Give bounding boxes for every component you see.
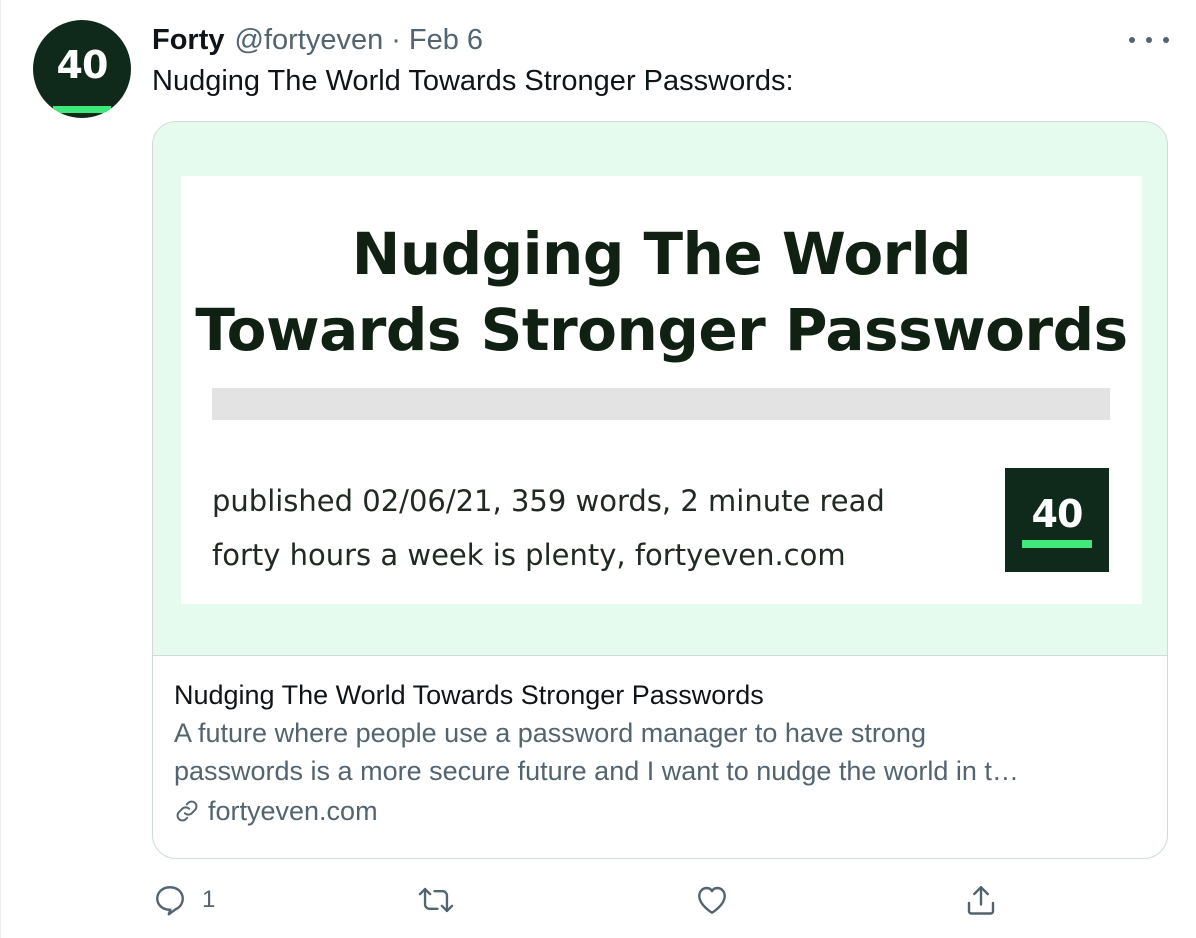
avatar[interactable]: 40 — [33, 20, 131, 118]
card-image-logo: 40 — [1005, 468, 1109, 572]
reply-icon — [156, 886, 184, 916]
like-icon — [698, 886, 726, 914]
reply-button[interactable]: 1 — [152, 878, 215, 922]
card-image[interactable]: Nudging The World Towards Stronger Passw… — [153, 122, 1167, 656]
card-image-paper: Nudging The World Towards Stronger Passw… — [181, 176, 1142, 604]
author-handle[interactable]: @fortyeven — [235, 24, 384, 57]
tweet[interactable]: 40 Forty @fortyeven · Feb 6 Nudging The … — [0, 0, 1196, 938]
card-link[interactable]: fortyeven.com — [174, 790, 1149, 832]
author-name[interactable]: Forty — [152, 24, 225, 57]
tweet-date[interactable]: Feb 6 — [409, 24, 483, 57]
card-image-meta-line1: published 02/06/21, 359 words, 2 minute … — [212, 484, 885, 518]
card-title: Nudging The World Towards Stronger Passw… — [174, 680, 764, 710]
like-button[interactable] — [694, 878, 744, 922]
tweet-header: Forty @fortyeven · Feb 6 — [152, 22, 483, 58]
link-icon — [176, 800, 198, 822]
more-icon[interactable] — [1129, 28, 1169, 52]
avatar-logo-text: 40 — [56, 43, 109, 87]
tweet-text: Nudging The World Towards Stronger Passw… — [152, 65, 794, 97]
card-image-meta: published 02/06/21, 359 words, 2 minute … — [212, 474, 885, 582]
more-dot — [1163, 37, 1169, 43]
card-image-logo-bar — [1022, 540, 1092, 548]
link-preview-card[interactable]: Nudging The World Towards Stronger Passw… — [152, 121, 1168, 859]
card-domain: fortyeven.com — [208, 796, 378, 826]
card-image-divider — [212, 388, 1110, 420]
share-icon — [967, 886, 995, 915]
card-image-meta-line2: forty hours a week is plenty, fortyeven.… — [212, 538, 846, 572]
more-dot — [1129, 37, 1135, 43]
card-image-title-line1: Nudging The World — [351, 220, 972, 288]
avatar-logo-bar — [53, 106, 111, 113]
card-image-title: Nudging The World Towards Stronger Passw… — [181, 216, 1142, 368]
share-button[interactable] — [963, 878, 999, 922]
tweet-actions: 1 — [1, 878, 1196, 922]
card-description-line1: A future where people use a password man… — [174, 718, 926, 748]
card-body: Nudging The World Towards Stronger Passw… — [174, 676, 1149, 832]
card-image-logo-text: 40 — [1031, 492, 1084, 536]
retweet-button[interactable] — [417, 878, 469, 922]
more-dot — [1146, 37, 1152, 43]
reply-count: 1 — [202, 886, 216, 913]
header-separator: · — [391, 23, 401, 56]
card-description-line2: passwords is a more secure future and I … — [174, 756, 1019, 786]
card-image-title-line2: Towards Stronger Passwords — [195, 296, 1128, 364]
retweet-icon — [418, 887, 454, 913]
